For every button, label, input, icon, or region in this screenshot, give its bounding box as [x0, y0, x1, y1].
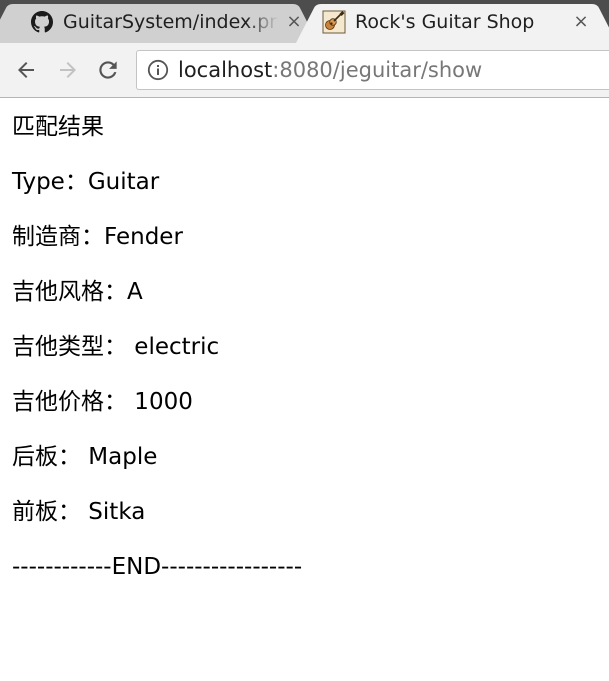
url-path: :8080/jeguitar/show: [272, 58, 483, 82]
result-heading: 匹配结果: [12, 114, 104, 140]
info-icon[interactable]: [147, 59, 169, 81]
close-tab-icon[interactable]: ×: [571, 12, 591, 32]
github-icon: [30, 10, 54, 34]
forward-arrow-icon[interactable]: [53, 55, 83, 85]
tab-rocks-guitar-shop[interactable]: Rock's Guitar Shop ×: [296, 0, 609, 43]
address-bar[interactable]: localhost:8080/jeguitar/show: [136, 50, 609, 90]
back-arrow-icon[interactable]: [11, 55, 41, 85]
tab-title: GuitarSystem/index.png: [63, 10, 278, 33]
result-price: 吉他价格： 1000: [12, 389, 193, 415]
result-guitar-type: 吉他类型： electric: [12, 334, 220, 360]
url-host: localhost: [178, 58, 273, 82]
result-style: 吉他风格：A: [12, 279, 143, 305]
result-end-marker: ------------END-----------------: [12, 554, 303, 580]
reload-icon[interactable]: [93, 55, 123, 85]
tab-title: Rock's Guitar Shop: [355, 10, 535, 33]
url-text[interactable]: localhost:8080/jeguitar/show: [178, 58, 482, 82]
result-back-wood: 后板： Maple: [12, 444, 158, 470]
browser-toolbar: localhost:8080/jeguitar/show: [0, 43, 609, 98]
tab-strip: GuitarSystem/index.png × Rock's Guitar S…: [0, 0, 609, 43]
result-type: Type：Guitar: [12, 169, 160, 195]
tab-guitarsystem[interactable]: GuitarSystem/index.png ×: [0, 0, 322, 43]
result-manufacturer: 制造商：Fender: [12, 224, 183, 250]
guitar-shop-favicon: [322, 10, 346, 34]
result-top-wood: 前板： Sitka: [12, 499, 146, 525]
